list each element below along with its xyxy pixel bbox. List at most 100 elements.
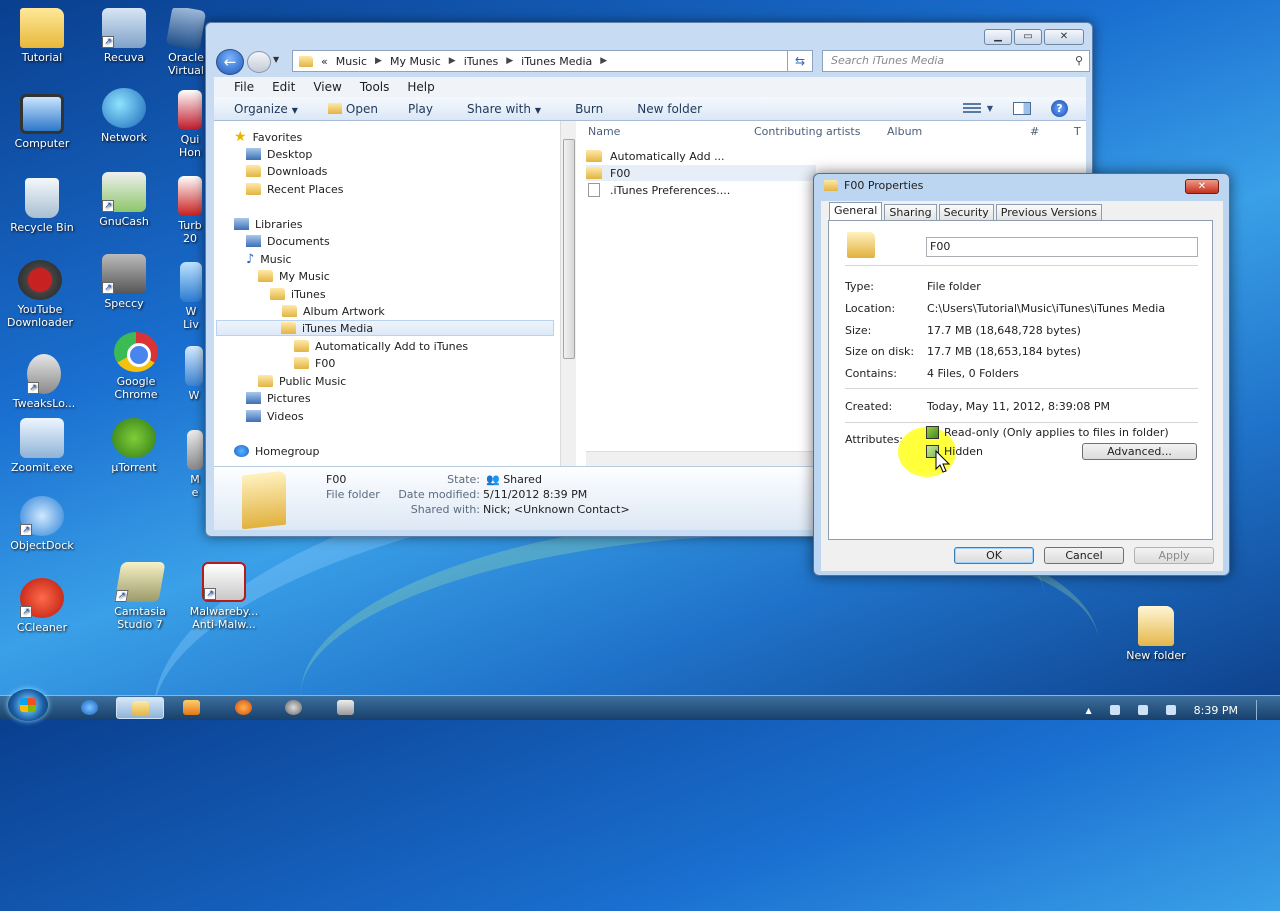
desktop-icon-utorrent[interactable]: µTorrent xyxy=(94,418,174,474)
apply-button[interactable]: Apply xyxy=(1134,547,1214,564)
tree-item-downloads[interactable]: Downloads xyxy=(246,163,327,179)
open-button[interactable]: Open xyxy=(327,102,378,116)
desktop-icon-recuva[interactable]: ↗ Recuva xyxy=(84,8,164,64)
tab-general[interactable]: General xyxy=(829,202,883,220)
desktop-icon-malwarebytes[interactable]: ↗ Malwareby... Anti-Malw... xyxy=(184,562,264,631)
desktop-icon-quicktime[interactable]: Qui Hon xyxy=(176,90,204,159)
tree-item-videos[interactable]: Videos xyxy=(246,408,304,424)
tab-previous-versions[interactable]: Previous Versions xyxy=(995,204,1102,220)
tree-item-desktop[interactable]: Desktop xyxy=(246,146,312,162)
file-row-automatically-add[interactable]: Automatically Add ... xyxy=(586,148,725,164)
desktop-icon-windows-live[interactable]: W Liv xyxy=(178,262,204,331)
advanced-button[interactable]: Advanced... xyxy=(1082,443,1197,460)
volume-icon[interactable] xyxy=(1165,705,1176,715)
file-row-itunes-preferences[interactable]: .iTunes Preferences.... xyxy=(586,182,730,198)
ok-button[interactable]: OK xyxy=(954,547,1034,564)
refresh-button[interactable]: ⇆ xyxy=(787,50,813,72)
chevron-right-icon[interactable]: ▶ xyxy=(506,56,513,66)
help-icon[interactable]: ? xyxy=(1051,100,1068,117)
menu-edit[interactable]: Edit xyxy=(272,80,295,94)
tree-item-favorites[interactable]: ★ Favorites xyxy=(234,129,302,145)
tree-item-album-artwork[interactable]: Album Artwork xyxy=(282,303,385,319)
taskbar-ie[interactable] xyxy=(66,697,114,719)
desktop-icon-tutorial[interactable]: Tutorial xyxy=(2,8,82,64)
tree-item-pictures[interactable]: Pictures xyxy=(246,390,311,406)
start-button[interactable] xyxy=(8,689,48,721)
column-album[interactable]: Album xyxy=(887,125,922,138)
taskbar-firefox[interactable] xyxy=(220,697,268,719)
taskbar-explorer[interactable] xyxy=(116,697,164,719)
action-center-icon[interactable] xyxy=(1109,705,1120,715)
search-icon[interactable]: ⚲ xyxy=(1075,51,1083,71)
desktop-icon-camtasia[interactable]: ↗ Camtasia Studio 7 xyxy=(100,562,180,631)
chevron-right-icon[interactable]: ▶ xyxy=(600,56,607,66)
back-button[interactable]: ← xyxy=(216,49,244,75)
breadcrumb-overflow[interactable]: « xyxy=(321,55,328,68)
taskbar-app[interactable] xyxy=(270,697,318,719)
readonly-checkbox[interactable] xyxy=(926,426,939,439)
desktop-icon-recycle-bin[interactable]: Recycle Bin xyxy=(2,178,82,234)
column-title[interactable]: T xyxy=(1074,125,1081,138)
tree-item-documents[interactable]: Documents xyxy=(246,233,330,249)
history-dropdown-icon[interactable]: ▼ xyxy=(273,55,279,64)
desktop-icon-speccy[interactable]: ↗ Speccy xyxy=(84,254,164,310)
search-input[interactable]: Search iTunes Media ⚲ xyxy=(822,50,1090,72)
tab-sharing[interactable]: Sharing xyxy=(884,204,937,220)
maximize-icon[interactable]: ▭ xyxy=(1014,29,1042,45)
burn-button[interactable]: Burn xyxy=(575,102,603,116)
tree-item-itunes-media[interactable]: iTunes Media xyxy=(216,320,554,336)
chevron-down-icon[interactable]: ▼ xyxy=(987,104,993,113)
desktop-icon-objectdock[interactable]: ↗ ObjectDock xyxy=(2,496,82,552)
desktop-icon-ccleaner[interactable]: ↗ CCleaner xyxy=(2,578,82,634)
show-desktop-button[interactable] xyxy=(1256,700,1270,720)
breadcrumb-music[interactable]: Music xyxy=(336,55,367,68)
folder-name-field[interactable]: F00 xyxy=(926,237,1198,257)
clock[interactable]: 8:39 PM xyxy=(1194,704,1238,717)
minimize-icon[interactable]: ▁ xyxy=(984,29,1012,45)
chevron-right-icon[interactable]: ▶ xyxy=(449,56,456,66)
play-button[interactable]: Play xyxy=(408,102,433,116)
desktop-icon-tweaks[interactable]: ↗ TweaksLo... xyxy=(4,354,84,410)
address-bar[interactable]: « Music ▶ My Music ▶ iTunes ▶ iTunes Media ▶… xyxy=(292,50,812,72)
tree-item-f00[interactable]: F00 xyxy=(294,355,335,371)
tree-scrollbar[interactable] xyxy=(560,121,577,466)
taskbar-app-2[interactable] xyxy=(322,697,370,719)
tree-item-libraries[interactable]: Libraries xyxy=(234,216,303,232)
menu-tools[interactable]: Tools xyxy=(360,80,390,94)
show-hidden-icons[interactable]: ▲ xyxy=(1086,706,1092,715)
menu-help[interactable]: Help xyxy=(407,80,434,94)
menu-view[interactable]: View xyxy=(313,80,341,94)
cancel-button[interactable]: Cancel xyxy=(1044,547,1124,564)
close-icon[interactable]: ✕ xyxy=(1185,179,1219,194)
desktop-icon-google-chrome[interactable]: Google Chrome xyxy=(96,332,176,401)
breadcrumb-itunes-media[interactable]: iTunes Media xyxy=(521,55,592,68)
column-name[interactable]: Name xyxy=(588,125,620,138)
desktop-icon-zoomit[interactable]: Zoomit.exe xyxy=(2,418,82,474)
tree-item-automatically-add[interactable]: Automatically Add to iTunes xyxy=(294,338,468,354)
desktop-icon-gnucash[interactable]: ↗ GnuCash xyxy=(84,172,164,228)
tree-item-music[interactable]: ♪ Music xyxy=(246,251,292,267)
tree-item-public-music[interactable]: Public Music xyxy=(258,373,346,389)
tab-security[interactable]: Security xyxy=(938,204,994,220)
tree-item-my-music[interactable]: My Music xyxy=(258,268,330,284)
file-row-f00[interactable]: F00 xyxy=(586,165,816,181)
menu-file[interactable]: File xyxy=(234,80,254,94)
new-folder-button[interactable]: New folder xyxy=(637,102,702,116)
share-with-button[interactable]: Share with ▼ xyxy=(467,102,541,116)
chevron-right-icon[interactable]: ▶ xyxy=(375,56,382,66)
breadcrumb-itunes[interactable]: iTunes xyxy=(464,55,499,68)
desktop-icon-new-folder[interactable]: New folder xyxy=(1116,606,1196,662)
desktop-icon-oracle-virtual[interactable]: Oracle Virtual xyxy=(166,8,206,77)
change-view-icon[interactable] xyxy=(962,102,981,115)
column-track-number[interactable]: # xyxy=(1030,125,1039,138)
forward-button[interactable] xyxy=(247,51,271,73)
taskbar-media-player[interactable] xyxy=(168,697,216,719)
desktop-icon-youtube-downloader[interactable]: YouTube Downloader xyxy=(0,260,80,329)
desktop-icon-computer[interactable]: Computer xyxy=(2,94,82,150)
tree-item-recent-places[interactable]: Recent Places xyxy=(246,181,344,197)
network-tray-icon[interactable] xyxy=(1137,705,1148,715)
tree-item-itunes[interactable]: iTunes xyxy=(270,286,326,302)
close-icon[interactable]: ✕ xyxy=(1044,29,1084,45)
desktop-icon-network[interactable]: Network xyxy=(84,88,164,144)
scrollbar-thumb[interactable] xyxy=(563,139,575,359)
